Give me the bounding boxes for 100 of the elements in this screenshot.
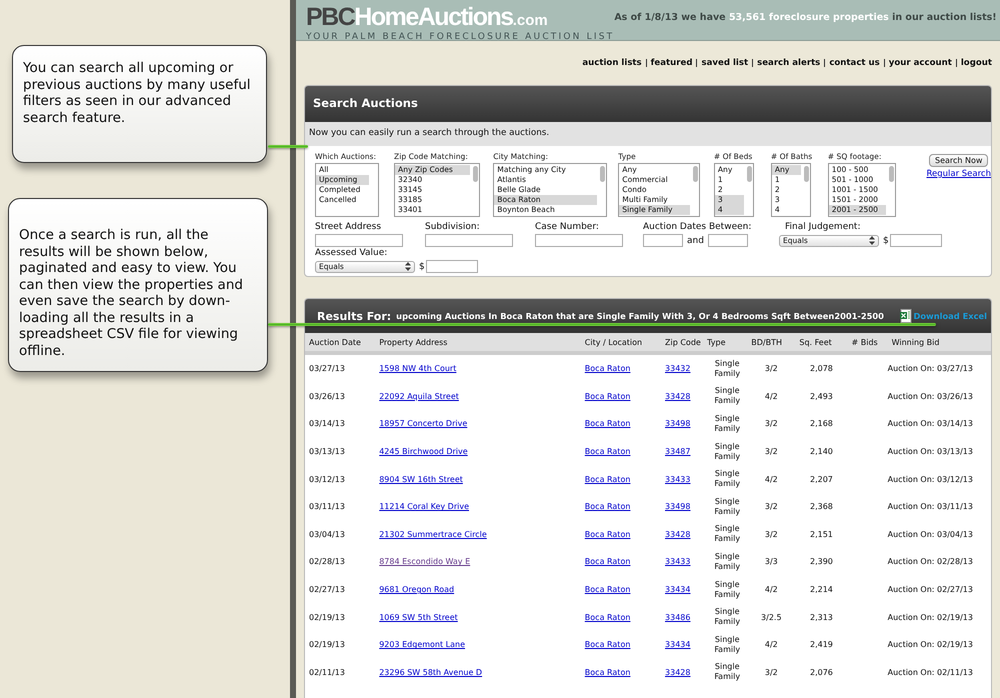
nav-link[interactable]: search alerts (757, 58, 820, 68)
city-link[interactable]: Boca Raton (584, 364, 630, 374)
city-link[interactable]: Boca Raton (584, 419, 630, 428)
zip-link[interactable]: 33487 (665, 447, 690, 456)
input-field[interactable] (890, 234, 942, 247)
zip-link[interactable]: 33498 (665, 419, 690, 428)
city-link[interactable]: Boca Raton (584, 557, 630, 566)
site-logo[interactable]: PBCHomeAuctions.com (306, 5, 614, 33)
city-link[interactable]: Boca Raton (584, 668, 630, 677)
table-cell: 4/2 (764, 474, 778, 484)
field-label: Assessed Value: (315, 248, 388, 260)
table-cell-text: Single Family (713, 607, 742, 628)
caret-icon (869, 236, 875, 245)
input-field[interactable] (708, 234, 748, 247)
table-cell-text: Single Family (713, 634, 742, 655)
table-cell: Auction On: 03/13/13 (888, 447, 973, 456)
city-link[interactable]: Boca Raton (584, 585, 630, 594)
table-cell: 03/26/13 (309, 392, 345, 401)
results-query: upcoming Auctions In Boca Raton that are Single Family With 3, Or 4 Bedrooms Sqft Between2001-2500 (396, 311, 884, 321)
nav-link[interactable]: your account (888, 58, 952, 68)
address-link[interactable]: 9203 Edgemont Lane (379, 640, 466, 650)
city-link[interactable]: Boca Raton (584, 612, 630, 622)
table-cell-text: Single Family (713, 469, 742, 490)
table-cell: 03/13/13 (309, 447, 345, 456)
table-cell-text: Single Family (713, 524, 742, 544)
city-link[interactable]: Boca Raton (584, 530, 630, 539)
zip-link[interactable]: 33428 (665, 530, 690, 539)
table-cell: 3/2 (764, 419, 778, 428)
zip-link[interactable]: 33428 (665, 668, 690, 677)
scrollbar-thumb[interactable] (746, 166, 752, 182)
table-cell: 03/12/13 (309, 474, 345, 484)
table-cell: 2,368 (810, 502, 833, 512)
address-link[interactable]: 22092 Aquila Street (379, 392, 459, 401)
input-field[interactable] (643, 234, 683, 247)
column-header[interactable]: Property Address (379, 338, 448, 346)
city-link[interactable]: Boca Raton (584, 502, 630, 512)
table-cell-text: Single Family (713, 442, 742, 462)
table-cell: Auction On: 03/04/13 (888, 530, 973, 539)
table-cell: 2,390 (810, 557, 833, 566)
zip-link[interactable]: 33433 (665, 557, 690, 566)
table-cell: 2,313 (810, 612, 833, 622)
address-link[interactable]: 23296 SW 58th Avenue D (379, 668, 482, 677)
address-link[interactable]: 1598 NW 4th Court (379, 364, 456, 374)
table-cell: 4/2 (764, 392, 778, 401)
zip-link[interactable]: 33434 (665, 585, 690, 594)
address-link[interactable]: 21302 Summertrace Circle (379, 530, 487, 539)
scrollbar-thumb[interactable] (600, 166, 606, 182)
address-link[interactable]: 4245 Birchwood Drive (379, 447, 468, 456)
zip-link[interactable]: 33434 (665, 640, 690, 650)
table-cell: 3/2.5 (761, 612, 782, 622)
scrollbar-thumb[interactable] (804, 166, 809, 182)
input-field[interactable] (535, 234, 623, 247)
address-link[interactable]: 1069 SW 5th Street (379, 612, 458, 622)
nav-link[interactable]: featured (650, 58, 692, 68)
city-link[interactable]: Boca Raton (584, 474, 630, 484)
table-cell: 3/2 (764, 447, 778, 456)
table-cell: 03/11/13 (309, 502, 345, 512)
zip-link[interactable]: 33486 (665, 612, 690, 622)
regular-search-link[interactable]: Regular Search (926, 169, 991, 179)
address-link[interactable]: 8784 Escondido Way E (379, 557, 470, 566)
currency-sign: $ (419, 262, 425, 272)
table-cell: 3/3 (764, 557, 778, 566)
nav-link[interactable]: contact us (829, 58, 880, 68)
zip-link[interactable]: 33433 (665, 474, 690, 484)
address-link[interactable]: 8904 SW 16th Street (379, 474, 463, 484)
city-link[interactable]: Boca Raton (584, 640, 630, 650)
spreadsheet-icon (900, 309, 912, 323)
table-cell: 03/27/13 (309, 364, 345, 374)
and-text: and (687, 236, 704, 246)
zip-link[interactable]: 33498 (665, 502, 690, 512)
scrollbar-thumb[interactable] (888, 166, 894, 182)
input-field[interactable] (425, 234, 513, 247)
address-link[interactable]: 11214 Coral Key Drive (379, 502, 470, 512)
city-link[interactable]: Boca Raton (584, 447, 630, 456)
table-cell: Auction On: 03/11/13 (888, 502, 973, 512)
address-link[interactable]: 9681 Oregon Road (379, 585, 454, 594)
table-cell: 02/11/13 (309, 668, 345, 677)
scrollbar-thumb[interactable] (693, 166, 698, 182)
table-cell: 03/04/13 (309, 530, 345, 539)
table-cell: 2,214 (810, 585, 833, 594)
nav-link[interactable]: auction lists (582, 58, 642, 68)
input-field[interactable] (426, 260, 478, 273)
nav-link[interactable]: logout (960, 58, 992, 68)
field-label: Auction Dates Between: (643, 222, 752, 234)
input-field[interactable] (315, 234, 403, 247)
scrollbar-thumb[interactable] (473, 166, 478, 182)
table-cell: 02/19/13 (309, 640, 345, 650)
zip-link[interactable]: 33432 (665, 364, 690, 374)
table-cell-text: Single Family (713, 552, 742, 572)
address-link[interactable]: 18957 Concerto Drive (379, 419, 468, 428)
nav-link[interactable]: saved list (701, 58, 748, 68)
search-button[interactable]: Search Now (929, 154, 988, 167)
panel-title: Search Auctions (305, 86, 991, 122)
zip-link[interactable]: 33428 (665, 392, 690, 401)
table-cell: Auction On: 02/27/13 (888, 585, 973, 594)
table-cell: Auction On: 02/19/13 (888, 640, 973, 650)
table-cell: Auction On: 03/27/13 (888, 364, 973, 374)
table-cell: 02/28/13 (309, 557, 345, 566)
table-cell: 03/14/13 (309, 419, 345, 428)
city-link[interactable]: Boca Raton (584, 392, 630, 401)
